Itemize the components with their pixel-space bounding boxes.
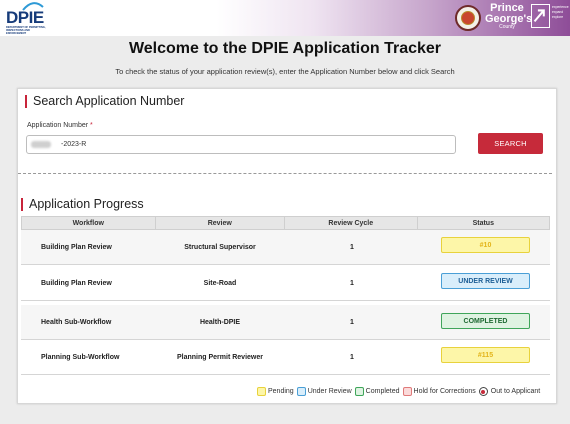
legend-label-completed: Completed — [365, 388, 400, 395]
cycle-cell: 1 — [350, 243, 354, 251]
legend-radio-out-icon — [478, 387, 488, 396]
search-button[interactable]: SEARCH — [478, 133, 543, 154]
page-subtitle: To check the status of your application … — [115, 67, 455, 76]
progress-table-header: Workflow Review Review Cycle Status — [21, 216, 550, 230]
workflow-cell: Building Plan Review — [41, 279, 112, 287]
column-header-workflow: Workflow — [22, 217, 156, 229]
column-header-status: Status — [472, 219, 494, 227]
review-cell: Planning Permit Reviewer — [177, 353, 263, 361]
table-row: Building Plan Review Structural Supervis… — [21, 230, 550, 265]
workflow-cell: Building Plan Review — [41, 243, 112, 251]
review-cell: Health-DPIE — [199, 318, 241, 326]
legend-swatch-hold — [402, 387, 412, 396]
cycle-cell: 1 — [350, 318, 354, 326]
redacted-number — [31, 141, 51, 148]
legend-swatch-completed — [354, 387, 364, 396]
legend-swatch-pending — [257, 387, 266, 396]
table-row: Building Plan Review Site-Road 1 UNDER R… — [21, 266, 550, 301]
arrow-box-icon — [531, 4, 550, 28]
section-divider — [18, 173, 552, 174]
column-header-review: Review — [156, 217, 286, 229]
status-legend: Pending Under Review Completed Hold for … — [254, 387, 540, 396]
county-name: Prince George's County — [485, 2, 533, 30]
legend-label-hold: Hold for Corrections — [413, 388, 476, 395]
workflow-cell: Health Sub-Workflow — [41, 318, 112, 326]
county-tagline: experience expand explore — [552, 5, 569, 19]
header-banner: DPIE DEPARTMENT OF PERMITTING, INSPECTIO… — [0, 0, 570, 36]
dpie-arc-icon — [22, 2, 44, 11]
legend-label-out: Out to Applicant — [490, 388, 541, 395]
search-section-title: Search Application Number — [25, 95, 184, 108]
dpie-logo-text: DPIE — [6, 8, 44, 27]
page-title: Welcome to the DPIE Application Tracker — [128, 40, 442, 57]
application-number-label: Application Number * — [27, 122, 93, 129]
legend-label-pending: Pending — [268, 388, 294, 395]
dpie-logo-subtext: DEPARTMENT OF PERMITTING, INSPECTIONS AN… — [6, 26, 46, 35]
status-badge-completed[interactable]: COMPLETED — [441, 313, 530, 329]
county-seal-icon — [455, 5, 481, 31]
status-badge-under-review[interactable]: UNDER REVIEW — [441, 273, 530, 289]
dpie-logo[interactable]: DPIE DEPARTMENT OF PERMITTING, INSPECTIO… — [6, 2, 46, 35]
status-badge-pending[interactable]: #115 — [441, 347, 530, 363]
review-cell: Site-Road — [203, 279, 237, 287]
table-row: Planning Sub-Workflow Planning Permit Re… — [21, 340, 550, 375]
legend-swatch-under-review — [296, 387, 306, 396]
progress-section-title: Application Progress — [21, 198, 144, 211]
cycle-cell: 1 — [350, 353, 354, 361]
legend-label-under-review: Under Review — [307, 388, 352, 395]
workflow-cell: Planning Sub-Workflow — [41, 353, 120, 361]
column-header-review-cycle: Review Cycle — [285, 217, 418, 229]
table-row: Health Sub-Workflow Health-DPIE 1 COMPLE… — [21, 305, 550, 340]
prince-georges-logo[interactable]: Prince George's County experience expand… — [455, 2, 569, 33]
cycle-cell: 1 — [350, 279, 354, 287]
review-cell: Structural Supervisor — [184, 243, 256, 251]
application-number-input[interactable] — [26, 135, 456, 154]
status-badge-pending[interactable]: #10 — [441, 237, 530, 253]
